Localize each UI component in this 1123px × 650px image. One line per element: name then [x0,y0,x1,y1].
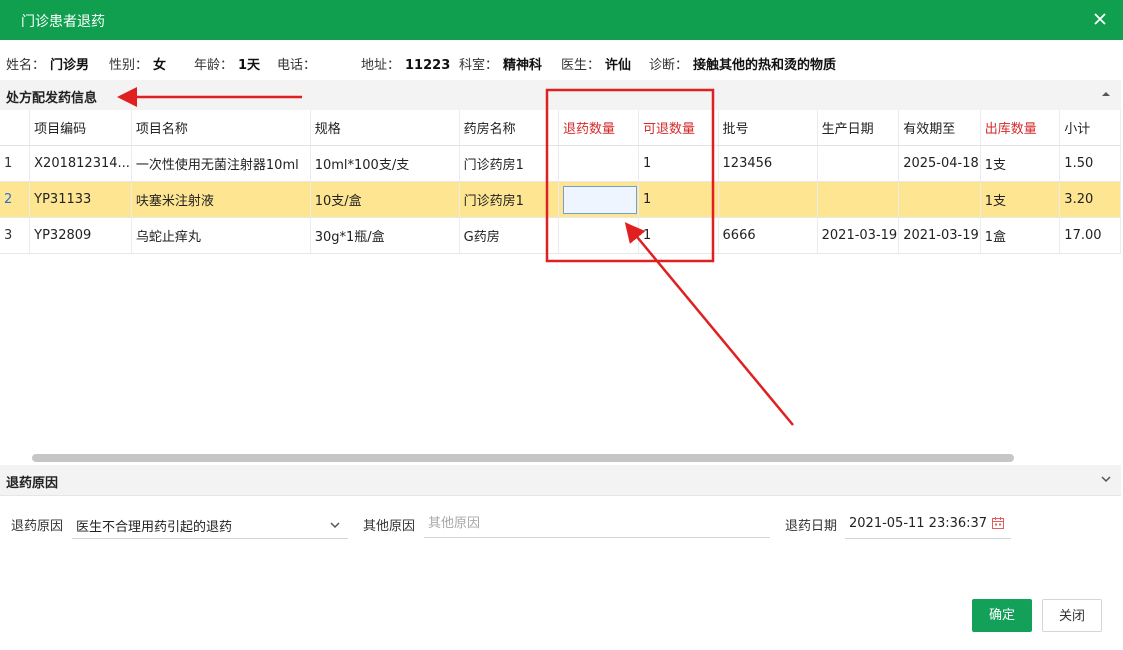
cell-code: YP32809 [29,217,132,254]
cell-subtotal: 17.00 [1059,217,1121,254]
patient-dept: 科室： 精神科 [459,58,543,73]
col-header-expiry[interactable]: 有效期至 [898,110,981,146]
cell-expiry: 2021-03-19 [898,217,981,254]
other-reason-input[interactable] [424,510,770,538]
collapse-up-icon[interactable] [1099,87,1113,101]
return-qty-input[interactable] [562,185,637,214]
row-number: 2 [0,181,31,218]
cell-pharmacy: 门诊药房1 [459,145,559,182]
dialog-titlebar: 门诊患者退药 [0,0,1123,40]
cell-name: 呋塞米注射液 [131,181,311,218]
col-header-pharmacy[interactable]: 药房名称 [459,110,559,146]
cell-avail-qty: 1 [638,181,719,218]
patient-phone: 电话： [277,58,317,73]
patient-doctor: 医生： 许仙 [561,58,632,73]
col-header-spec[interactable]: 规格 [310,110,460,146]
cell-name: 乌蛇止痒丸 [131,217,311,254]
cell-out-qty: 1支 [980,145,1061,182]
cell-code: X201812314... [29,145,132,182]
chevron-down-icon [330,522,340,529]
col-header-code[interactable]: 项目编码 [29,110,132,146]
cell-spec: 10ml*100支/支 [310,145,460,182]
cell-mfg-date [817,145,900,182]
cell-pharmacy: 门诊药房1 [459,181,559,218]
col-header-out-qty[interactable]: 出库数量 [980,110,1061,146]
col-header-rownum [0,110,31,146]
other-reason-label: 其他原因 [363,519,416,534]
table-row[interactable]: 1 X201812314... 一次性使用无菌注射器10ml 10ml*100支… [0,145,1121,182]
dialog-title: 门诊患者退药 [21,14,105,30]
reason-select[interactable]: 医生不合理用药引起的退药 [72,510,348,539]
calendar-icon[interactable] [991,516,1005,530]
prescription-section-title: 处方配发药信息 [6,91,98,106]
patient-info-bar: 姓名： 门诊男 性别：女 年龄： 1天 电话： 地址： 11223 科室： 精神科 医生… [0,40,1121,81]
cell-batch [718,181,818,218]
cell-return-qty[interactable] [558,145,639,182]
cell-subtotal: 1.50 [1059,145,1121,182]
prescription-grid: 项目编码 项目名称 规格 药房名称 退药数量 可退数量 批号 生产日期 有效期至… [0,110,1121,466]
cell-spec: 30g*1瓶/盒 [310,217,460,254]
confirm-button[interactable]: 确定 [972,599,1032,632]
table-row-selected[interactable]: 2 YP31133 呋塞米注射液 10支/盒 门诊药房1 1 1支 3.20 [0,181,1121,218]
reason-label: 退药原因 [11,519,64,534]
cell-pharmacy: G药房 [459,217,559,254]
cell-avail-qty: 1 [638,145,719,182]
horizontal-scrollbar[interactable] [32,454,1014,462]
return-date-value: 2021-05-11 23:36:37 [849,516,988,531]
cell-out-qty: 1支 [980,181,1061,218]
cell-spec: 10支/盒 [310,181,460,218]
cell-code: YP31133 [29,181,132,218]
row-number: 1 [0,145,31,182]
cell-out-qty: 1盒 [980,217,1061,254]
row-number: 3 [0,217,31,254]
cell-avail-qty: 1 [638,217,719,254]
cell-expiry: 2025-04-18 [898,145,981,182]
cell-name: 一次性使用无菌注射器10ml [131,145,311,182]
patient-gender: 性别：女 [109,58,167,73]
cell-mfg-date: 2021-03-19 [817,217,900,254]
col-header-avail-qty[interactable]: 可退数量 [638,110,719,146]
reason-section-header[interactable]: 退药原因 [0,465,1121,496]
patient-age: 年龄： 1天 [194,58,261,73]
cell-batch: 123456 [718,145,818,182]
return-date-label: 退药日期 [785,519,838,534]
prescription-section-header[interactable]: 处方配发药信息 [0,80,1121,111]
cell-mfg-date [817,181,900,218]
reason-section-title: 退药原因 [6,476,59,491]
prescription-table: 项目编码 项目名称 规格 药房名称 退药数量 可退数量 批号 生产日期 有效期至… [0,110,1121,254]
chevron-down-icon[interactable] [1099,472,1113,486]
close-icon[interactable] [1087,6,1113,32]
reason-select-value: 医生不合理用药引起的退药 [76,520,233,535]
cell-batch: 6666 [718,217,818,254]
grid-header-row: 项目编码 项目名称 规格 药房名称 退药数量 可退数量 批号 生产日期 有效期至… [0,110,1121,146]
col-header-name[interactable]: 项目名称 [131,110,311,146]
cell-expiry [898,181,981,218]
col-header-batch[interactable]: 批号 [718,110,818,146]
table-row[interactable]: 3 YP32809 乌蛇止痒丸 30g*1瓶/盒 G药房 1 6666 2021… [0,217,1121,254]
patient-diagnosis: 诊断： 接触其他的热和烫的物质 [649,58,837,73]
col-header-subtotal[interactable]: 小计 [1059,110,1121,146]
cell-return-qty[interactable] [558,181,639,218]
return-date-field[interactable]: 2021-05-11 23:36:37 [845,510,1011,539]
cell-return-qty[interactable] [558,217,639,254]
col-header-mfg-date[interactable]: 生产日期 [817,110,900,146]
patient-name: 姓名： 门诊男 [6,58,90,73]
cell-subtotal: 3.20 [1059,181,1121,218]
patient-address: 地址： 11223 [361,58,451,73]
close-button[interactable]: 关闭 [1042,599,1102,632]
col-header-return-qty[interactable]: 退药数量 [558,110,639,146]
